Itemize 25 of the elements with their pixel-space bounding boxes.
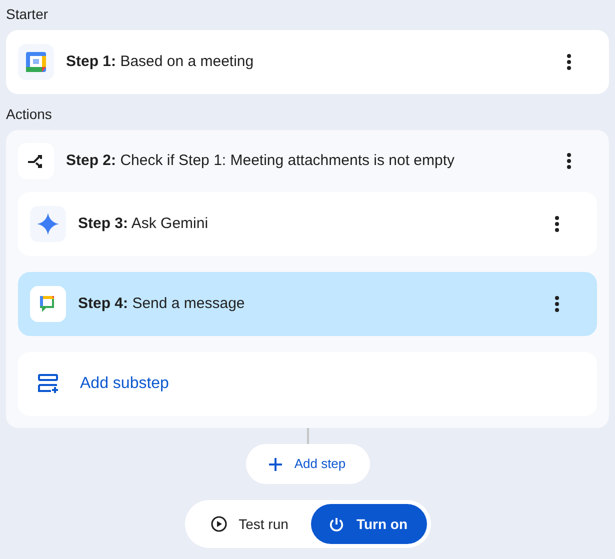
step-title: Step 2: Check if Step 1: Meeting attachments is not empty <box>66 150 456 171</box>
add-substep-button[interactable]: Add substep <box>18 352 597 416</box>
step-card[interactable]: Step 2: Check if Step 1: Meeting attachments is not empty <box>6 130 609 192</box>
step-card[interactable]: Step 1: Based on a meeting <box>6 30 609 94</box>
sparkle-icon <box>37 213 59 235</box>
step-title: Step 1: Based on a meeting <box>66 52 255 72</box>
plus-icon <box>269 458 282 470</box>
play-icon <box>210 516 227 532</box>
calendar-icon <box>26 52 46 72</box>
step-card[interactable]: Step 4: Send a message <box>18 272 597 336</box>
step-title: Step 4: Send a message <box>78 294 246 314</box>
section-heading: Actions <box>6 105 53 122</box>
step-title: Step 3: Ask Gemini <box>78 214 210 234</box>
more-icon <box>555 216 559 232</box>
branch-icon <box>27 152 45 170</box>
power-icon <box>329 516 344 532</box>
test-run-button[interactable]: Test run <box>188 504 310 544</box>
add-step-button[interactable]: Add step <box>246 444 370 484</box>
add-substep-icon <box>38 374 60 394</box>
step-card[interactable]: Step 3: Ask Gemini <box>18 192 597 256</box>
section-heading: Starter <box>6 5 50 22</box>
more-icon <box>555 296 559 312</box>
more-icon <box>567 153 571 169</box>
more-icon <box>567 54 571 70</box>
turn-on-button[interactable]: Turn on <box>310 504 426 544</box>
